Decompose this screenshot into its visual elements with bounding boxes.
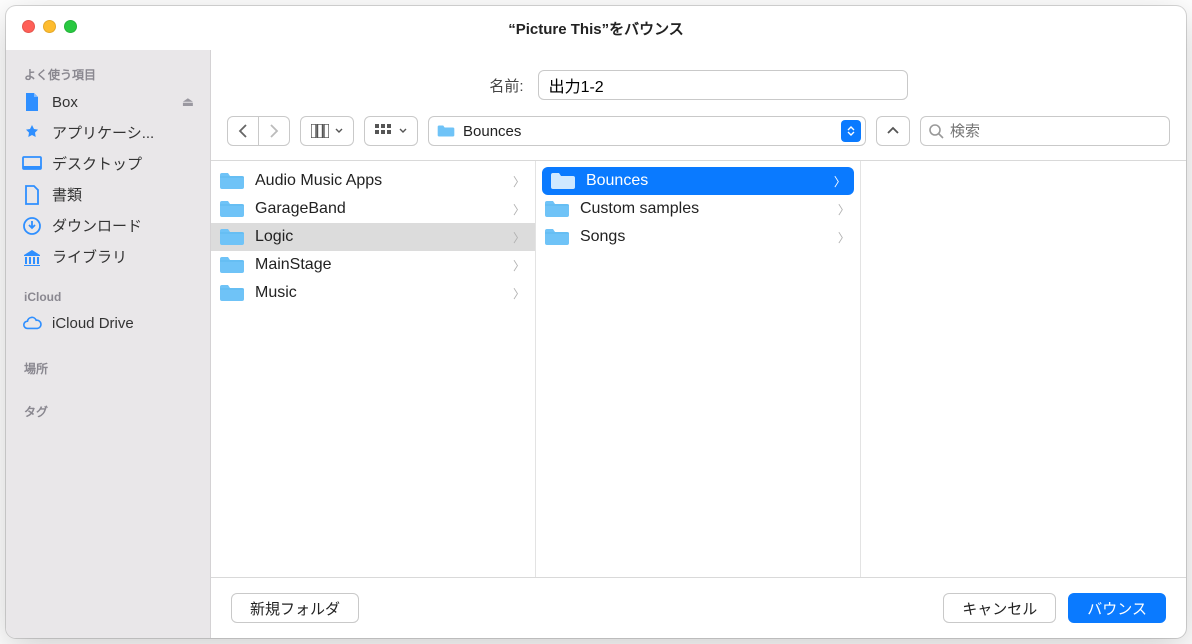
library-icon (22, 247, 42, 267)
chevron-right-icon: 〉 (513, 285, 525, 302)
sidebar-section-header: iCloud (6, 282, 210, 308)
download-icon (22, 216, 42, 236)
sidebar-item-downloads[interactable]: ダウンロード (6, 210, 210, 241)
main-panel: 名前: (211, 50, 1186, 638)
document-icon (22, 92, 42, 112)
window-title: “Picture This”をバウンス (508, 18, 684, 39)
folder-label: MainStage (255, 256, 503, 274)
folder-row[interactable]: Custom samples 〉 (536, 195, 860, 223)
chevron-right-icon: 〉 (513, 257, 525, 274)
chevron-up-icon (887, 126, 899, 136)
sidebar-item-label: デスクトップ (52, 153, 194, 174)
folder-label: Bounces (586, 172, 824, 190)
desktop-icon (22, 154, 42, 174)
chevron-right-icon: 〉 (513, 229, 525, 246)
footer: 新規フォルダ キャンセル バウンス (211, 578, 1186, 638)
location-label: Bounces (463, 123, 833, 140)
window-controls (22, 20, 77, 33)
sidebar-item-applications[interactable]: アプリケーシ... (6, 117, 210, 148)
folder-label: GarageBand (255, 200, 503, 218)
applications-icon (22, 123, 42, 143)
chevron-down-icon (399, 128, 407, 134)
name-row: 名前: (211, 50, 1186, 116)
cloud-icon (22, 313, 42, 333)
folder-label: Audio Music Apps (255, 172, 503, 190)
location-popup[interactable]: Bounces (428, 116, 866, 146)
folder-label: Songs (580, 228, 828, 246)
eject-icon[interactable]: ⏏ (182, 94, 194, 110)
columns-icon (311, 124, 329, 138)
column-3 (861, 161, 1186, 577)
chevron-right-icon: 〉 (513, 173, 525, 190)
updown-icon (841, 120, 861, 142)
toolbar: Bounces (211, 116, 1186, 160)
view-columns-button[interactable] (300, 116, 354, 146)
back-button[interactable] (227, 116, 259, 146)
titlebar: “Picture This”をバウンス (6, 6, 1186, 50)
sidebar-section-header: 場所 (6, 352, 210, 381)
sidebar-item-label: 書類 (52, 184, 194, 205)
sidebar-item-label: アプリケーシ... (52, 122, 194, 143)
folder-label: Logic (255, 228, 503, 246)
sidebar-item-label: iCloud Drive (52, 315, 194, 332)
nav-buttons (227, 116, 290, 146)
chevron-down-icon (335, 128, 343, 134)
sidebar-item-label: ダウンロード (52, 215, 194, 236)
chevron-right-icon: 〉 (838, 201, 850, 218)
sidebar-item-label: Box (52, 94, 172, 111)
name-label: 名前: (489, 75, 523, 96)
sidebar-item-label: ライブラリ (52, 246, 194, 267)
folder-label: Music (255, 284, 503, 302)
folder-row[interactable]: Music 〉 (211, 279, 535, 307)
collapse-button[interactable] (876, 116, 910, 146)
folder-label: Custom samples (580, 200, 828, 218)
sidebar-item-library[interactable]: ライブラリ (6, 241, 210, 272)
chevron-right-icon: 〉 (834, 173, 846, 190)
chevron-right-icon: 〉 (838, 229, 850, 246)
search-icon (929, 124, 944, 139)
sidebar-item-documents[interactable]: 書類 (6, 179, 210, 210)
forward-button[interactable] (259, 116, 290, 146)
chevron-right-icon: 〉 (513, 201, 525, 218)
sidebar: よく使う項目 Box ⏏ アプリケーシ... デスクトップ (6, 50, 211, 638)
cancel-button[interactable]: キャンセル (943, 593, 1056, 623)
sidebar-item-desktop[interactable]: デスクトップ (6, 148, 210, 179)
column-browser: Audio Music Apps〉GarageBand〉Logic〉MainSt… (211, 160, 1186, 578)
folder-row[interactable]: MainStage 〉 (211, 251, 535, 279)
filename-input[interactable] (538, 70, 908, 100)
document-icon (22, 185, 42, 205)
folder-row[interactable]: Audio Music Apps 〉 (211, 167, 535, 195)
close-window-button[interactable] (22, 20, 35, 33)
save-dialog-window: “Picture This”をバウンス よく使う項目 Box ⏏ アプリケーシ.… (6, 6, 1186, 638)
search-field[interactable] (920, 116, 1170, 146)
sidebar-section-header: タグ (6, 395, 210, 424)
bounce-button[interactable]: バウンス (1068, 593, 1166, 623)
chevron-right-icon (269, 124, 279, 138)
sidebar-section-header: よく使う項目 (6, 58, 210, 87)
sidebar-item-icloud-drive[interactable]: iCloud Drive (6, 308, 210, 338)
folder-row[interactable]: Songs 〉 (536, 223, 860, 251)
zoom-window-button[interactable] (64, 20, 77, 33)
folder-row[interactable]: Logic 〉 (211, 223, 535, 251)
sidebar-item-box[interactable]: Box ⏏ (6, 87, 210, 117)
column-2: Bounces 〉 Custom samples 〉 Songs 〉 (536, 161, 861, 577)
folder-row[interactable]: Bounces 〉 (542, 167, 854, 195)
new-folder-button[interactable]: 新規フォルダ (231, 593, 359, 623)
minimize-window-button[interactable] (43, 20, 56, 33)
folder-icon (437, 124, 455, 138)
column-1: Audio Music Apps〉GarageBand〉Logic〉MainSt… (211, 161, 536, 577)
group-icon (375, 124, 393, 138)
chevron-left-icon (238, 124, 248, 138)
folder-row[interactable]: GarageBand 〉 (211, 195, 535, 223)
search-input[interactable] (950, 123, 1161, 140)
group-by-button[interactable] (364, 116, 418, 146)
